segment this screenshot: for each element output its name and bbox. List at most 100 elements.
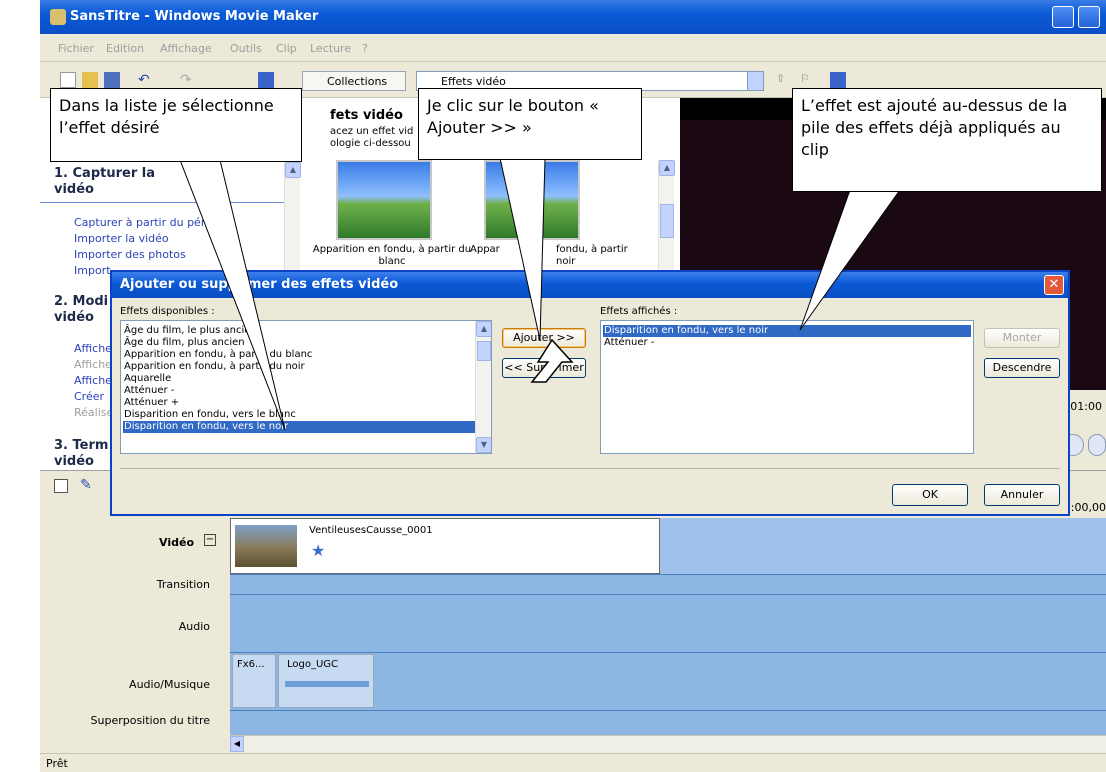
scroll-left-icon[interactable]: ◀ — [230, 736, 244, 752]
link-show-3[interactable]: Affiche — [74, 374, 112, 387]
list-item[interactable]: Disparition en fondu, vers le blanc — [123, 409, 296, 421]
list-item[interactable]: Atténuer - — [603, 337, 654, 349]
tasks-icon[interactable] — [258, 72, 274, 88]
scroll-up-icon[interactable]: ▲ — [285, 162, 301, 178]
menu-edition[interactable]: Edition — [106, 42, 144, 55]
collections-button[interactable]: Collections — [302, 71, 406, 91]
move-down-button[interactable]: Descendre — [984, 358, 1060, 378]
effect-label-fade-white: Apparition en fondu, à partir du blanc — [312, 244, 472, 267]
link-make[interactable]: Réalise — [74, 406, 113, 419]
list-item[interactable]: Apparition en fondu, à partir du noir — [123, 361, 305, 373]
cancel-button[interactable]: Annuler — [984, 484, 1060, 506]
chevron-down-icon[interactable] — [747, 72, 763, 90]
status-text: Prêt — [46, 757, 68, 770]
section-divider — [40, 202, 302, 203]
undo-icon[interactable]: ↶ — [138, 72, 154, 88]
effect-label-fade-black-a: Appar — [470, 244, 500, 255]
minimize-button[interactable] — [1052, 6, 1074, 28]
shown-label: Effets affichés : — [600, 306, 678, 317]
clip-name: VentileusesCausse_0001 — [309, 525, 433, 536]
collapse-icon[interactable]: − — [204, 534, 216, 546]
track-divider — [230, 594, 1106, 595]
timeline-hscrollbar[interactable]: ◀ — [230, 735, 1106, 753]
move-up-button[interactable]: Monter — [984, 328, 1060, 348]
scroll-up-icon[interactable]: ▲ — [659, 160, 675, 176]
shown-list[interactable]: Disparition en fondu, vers le noir Attén… — [600, 320, 974, 454]
list-item[interactable]: Aquarelle — [123, 373, 171, 385]
scroll-up-icon[interactable]: ▲ — [476, 321, 491, 337]
remove-button[interactable]: << Supprimer — [502, 358, 586, 378]
track-transition-label: Transition — [156, 578, 210, 591]
timeline-tracks: VentileusesCausse_0001 ★ Fx6... Logo_UGC — [230, 518, 1106, 735]
waveform — [285, 681, 369, 687]
section-edit-title[interactable]: 2. Modi vidéo — [54, 294, 114, 326]
snapshot-icon[interactable] — [1088, 434, 1106, 456]
scroll-thumb[interactable] — [660, 204, 674, 238]
audio-clip-name: Fx6... — [237, 659, 265, 670]
effect-thumb-fade-white[interactable] — [336, 160, 432, 240]
menu-outils[interactable]: Outils — [230, 42, 262, 55]
link-import-photos[interactable]: Importer des photos — [74, 248, 186, 261]
scroll-down-icon[interactable]: ▼ — [476, 437, 491, 453]
effects-scrollbar[interactable]: ▲ — [658, 160, 675, 280]
list-item-selected[interactable]: Disparition en fondu, vers le noir — [123, 421, 475, 433]
list-item[interactable]: Âge du film, le plus ancien — [123, 325, 257, 337]
list-item-selected[interactable]: Disparition en fondu, vers le noir — [603, 325, 971, 337]
video-clip[interactable]: VentileusesCausse_0001 ★ — [230, 518, 660, 574]
available-list[interactable]: Âge du film, le plus ancien Âge du film,… — [120, 320, 492, 454]
list-item[interactable]: Apparition en fondu, à partir du blanc — [123, 349, 312, 361]
link-import-audio[interactable]: Import — [74, 264, 111, 277]
list-item[interactable]: Atténuer - — [123, 385, 174, 397]
maximize-button[interactable] — [1078, 6, 1100, 28]
dialog-title: Ajouter ou supprimer des effets vidéo — [120, 277, 399, 292]
preview-time: :01:00 — [1066, 400, 1102, 413]
effects-desc-2: ologie ci-dessou — [330, 138, 411, 149]
audio-clip-fx[interactable]: Fx6... — [232, 654, 276, 708]
list-item[interactable]: Atténuer + — [123, 397, 179, 409]
effect-label-fade-black-c: noir — [556, 256, 576, 267]
save-icon[interactable] — [104, 72, 120, 88]
effect-star-icon: ★ — [311, 541, 326, 560]
available-label: Effets disponibles : — [120, 306, 215, 317]
link-import-video[interactable]: Importer la vidéo — [74, 232, 169, 245]
new-icon[interactable] — [60, 72, 76, 88]
timeline-ruler-time: 2:00,00 — [1063, 501, 1106, 514]
title-bar[interactable]: SansTitre - Windows Movie Maker — [40, 0, 1106, 34]
add-button[interactable]: Ajouter >> — [502, 328, 586, 348]
link-show-1[interactable]: Affiche — [74, 342, 112, 355]
callout-middle: Je clic sur le bouton « Ajouter >> » — [418, 88, 642, 160]
track-audio-label: Audio — [178, 620, 210, 633]
track-divider — [230, 574, 1106, 575]
new-folder-icon[interactable]: ⚐ — [800, 72, 816, 88]
menu-clip[interactable]: Clip — [276, 42, 297, 55]
menu-fichier[interactable]: Fichier — [58, 42, 94, 55]
track-divider — [230, 710, 1106, 711]
storyboard-icon[interactable] — [54, 479, 68, 493]
ok-button[interactable]: OK — [892, 484, 968, 506]
effects-desc-1: acez un effet vid — [330, 126, 414, 137]
section-capture-title[interactable]: 1. Capturer la vidéo — [54, 166, 184, 198]
mic-icon[interactable]: ✎ — [80, 477, 92, 493]
dialog-title-bar[interactable]: Ajouter ou supprimer des effets vidéo ✕ — [112, 272, 1068, 298]
link-create[interactable]: Créer — [74, 390, 104, 403]
effect-thumb-fade-black[interactable] — [484, 160, 580, 240]
link-capture[interactable]: Capturer à partir du périphe — [74, 216, 229, 229]
close-icon[interactable]: ✕ — [1044, 275, 1064, 295]
chevron-up-icon[interactable] — [190, 166, 208, 184]
available-scrollbar[interactable]: ▲ ▼ — [475, 321, 491, 453]
open-icon[interactable] — [82, 72, 98, 88]
views-icon[interactable] — [830, 72, 846, 88]
status-bar: Prêt — [40, 753, 1106, 772]
track-title-label: Superposition du titre — [90, 714, 210, 727]
audio-clip-logo[interactable]: Logo_UGC — [278, 654, 374, 708]
menu-affichage[interactable]: Affichage — [160, 42, 212, 55]
scroll-thumb[interactable] — [477, 341, 491, 361]
up-folder-icon[interactable]: ⇧ — [776, 72, 792, 88]
menu-help[interactable]: ? — [362, 42, 368, 55]
redo-icon[interactable]: ↷ — [180, 72, 196, 88]
menu-lecture[interactable]: Lecture — [310, 42, 351, 55]
dialog-divider — [120, 468, 1060, 469]
link-show-2[interactable]: Affiche — [74, 358, 112, 371]
section-finish-title[interactable]: 3. Term vidéo — [54, 438, 114, 470]
list-item[interactable]: Âge du film, plus ancien — [123, 337, 245, 349]
